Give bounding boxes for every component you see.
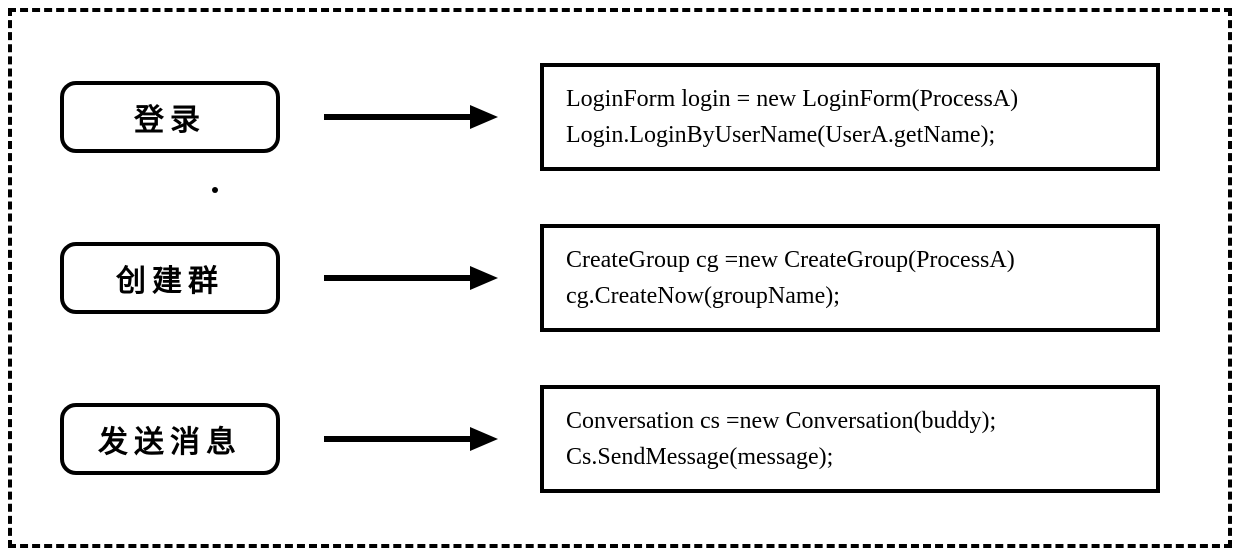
code-line: CreateGroup cg =new CreateGroup(ProcessA… xyxy=(566,242,1134,278)
label-send-message: 发送消息 xyxy=(60,403,280,475)
code-box-send-message: Conversation cs =new Conversation(buddy)… xyxy=(540,385,1160,493)
code-line: cg.CreateNow(groupName); xyxy=(566,278,1134,314)
code-line: LoginForm login = new LoginForm(ProcessA… xyxy=(566,81,1134,117)
code-box-create-group: CreateGroup cg =new CreateGroup(ProcessA… xyxy=(540,224,1160,332)
arrow-icon xyxy=(320,419,500,459)
code-line: Cs.SendMessage(message); xyxy=(566,439,1134,475)
code-box-login: LoginForm login = new LoginForm(ProcessA… xyxy=(540,63,1160,171)
label-text: 登录 xyxy=(134,95,206,139)
label-create-group: 创建群 xyxy=(60,242,280,314)
row-create-group: 创建群 CreateGroup cg =new CreateGroup(Proc… xyxy=(60,218,1180,338)
row-send-message: 发送消息 Conversation cs =new Conversation(b… xyxy=(60,379,1180,499)
code-line: Login.LoginByUserName(UserA.getName); xyxy=(566,117,1134,153)
label-text: 创建群 xyxy=(116,256,224,300)
arrow-icon xyxy=(320,258,500,298)
arrow-icon xyxy=(320,97,500,137)
row-login: 登录 LoginForm login = new LoginForm(Proce… xyxy=(60,57,1180,177)
label-login: 登录 xyxy=(60,81,280,153)
diagram-frame: 登录 LoginForm login = new LoginForm(Proce… xyxy=(8,8,1232,548)
code-line: Conversation cs =new Conversation(buddy)… xyxy=(566,403,1134,439)
stray-dot xyxy=(212,187,218,193)
label-text: 发送消息 xyxy=(98,417,242,461)
